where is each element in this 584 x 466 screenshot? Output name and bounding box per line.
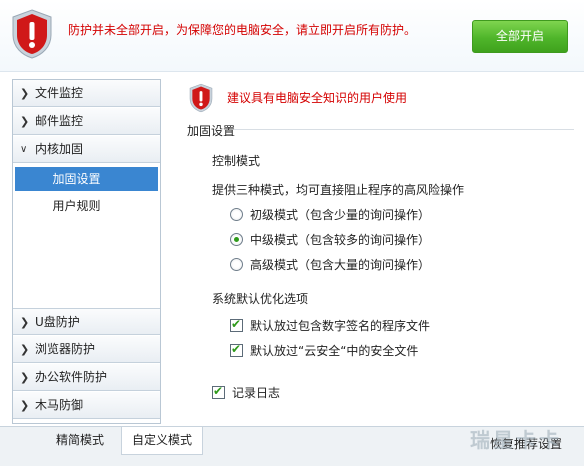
control-mode-description: 提供三种模式，均可直接阻止程序的高风险操作	[212, 183, 465, 197]
warning-banner: 防护并未全部开启，为保障您的电脑安全，请立即开启所有防护。 全部开启	[0, 0, 584, 72]
chevron-right-icon: ❯	[20, 343, 30, 356]
sidebar-item-label: 办公软件防护	[35, 370, 108, 384]
checkbox[interactable]	[230, 317, 243, 332]
warning-shield-icon	[189, 83, 213, 113]
sidebar-item-browser-protection[interactable]: ❯ 浏览器防护	[13, 336, 160, 363]
radio-label: 初级模式（包含少量的询问操作）	[250, 208, 431, 222]
chevron-right-icon: ❯	[20, 115, 30, 128]
sidebar-subitem-user-rules[interactable]: 用户规则	[15, 194, 158, 218]
checkbox-label: 默认放过“云安全“中的安全文件	[250, 344, 419, 358]
watermark: 瑞星卡卡	[470, 428, 562, 452]
sidebar-item-office-protection[interactable]: ❯ 办公软件防护	[13, 364, 160, 391]
optimize-title: 系统默认优化选项	[212, 292, 309, 306]
chevron-right-icon: ❯	[20, 399, 30, 412]
radio-button[interactable]	[230, 233, 243, 246]
sidebar-item-file-monitor[interactable]: ❯ 文件监控	[13, 80, 160, 107]
checkbox-label: 默认放过包含数字签名的程序文件	[250, 319, 431, 333]
sidebar-item-label: 文件监控	[35, 86, 84, 100]
sidebar-subitem-label: 加固设置	[52, 172, 101, 186]
chevron-down-icon: ∨	[20, 144, 28, 155]
radio-button[interactable]	[230, 208, 243, 221]
chevron-right-icon: ❯	[20, 371, 30, 384]
settings-panel: 建议具有电脑安全知识的用户使用 加固设置 控制模式 提供三种模式，均可直接阻止程…	[170, 78, 582, 426]
sidebar-item-label: 内核加固	[35, 142, 84, 156]
expert-notice: 建议具有电脑安全知识的用户使用	[227, 91, 408, 105]
tab-custom-mode[interactable]: 自定义模式	[121, 427, 203, 455]
checkbox[interactable]	[212, 384, 225, 399]
tab-simple-mode[interactable]: 精简模式	[40, 427, 120, 455]
section-title: 加固设置	[187, 124, 236, 138]
sidebar-item-usb-protection[interactable]: ❯ U盘防护	[13, 308, 160, 335]
sidebar-item-trojan-defense[interactable]: ❯ 木马防御	[13, 392, 160, 419]
warning-shield-icon	[12, 9, 52, 59]
chevron-right-icon: ❯	[20, 87, 30, 100]
chevron-right-icon: ❯	[20, 316, 30, 329]
control-mode-title: 控制模式	[212, 154, 261, 168]
sidebar-subitem-label: 用户规则	[52, 199, 101, 213]
sidebar-item-label: 邮件监控	[35, 114, 84, 128]
radio-button[interactable]	[230, 258, 243, 271]
sidebar-item-label: 浏览器防护	[35, 342, 96, 356]
radio-label: 中级模式（包含较多的询问操作）	[250, 233, 431, 247]
radio-label: 高级模式（包含大量的询问操作）	[250, 258, 431, 272]
enable-all-button[interactable]: 全部开启	[472, 20, 568, 53]
checkbox-label: 记录日志	[232, 386, 281, 400]
sidebar-item-mail-monitor[interactable]: ❯ 邮件监控	[13, 108, 160, 135]
sidebar-item-label: 木马防御	[35, 398, 84, 412]
sidebar-item-kernel-hardening[interactable]: ∨ 内核加固	[13, 136, 160, 163]
sidebar-subitem-hardening-settings[interactable]: 加固设置	[15, 167, 158, 191]
banner-message: 防护并未全部开启，为保障您的电脑安全，请立即开启所有防护。	[68, 23, 417, 37]
sidebar: ❯ 文件监控 ❯ 邮件监控 ∨ 内核加固 加固设置 用户规则 ❯ U盘防护 ❯ …	[12, 79, 161, 424]
checkbox[interactable]	[230, 342, 243, 357]
section-divider	[234, 129, 574, 130]
sidebar-item-label: U盘防护	[35, 315, 80, 329]
